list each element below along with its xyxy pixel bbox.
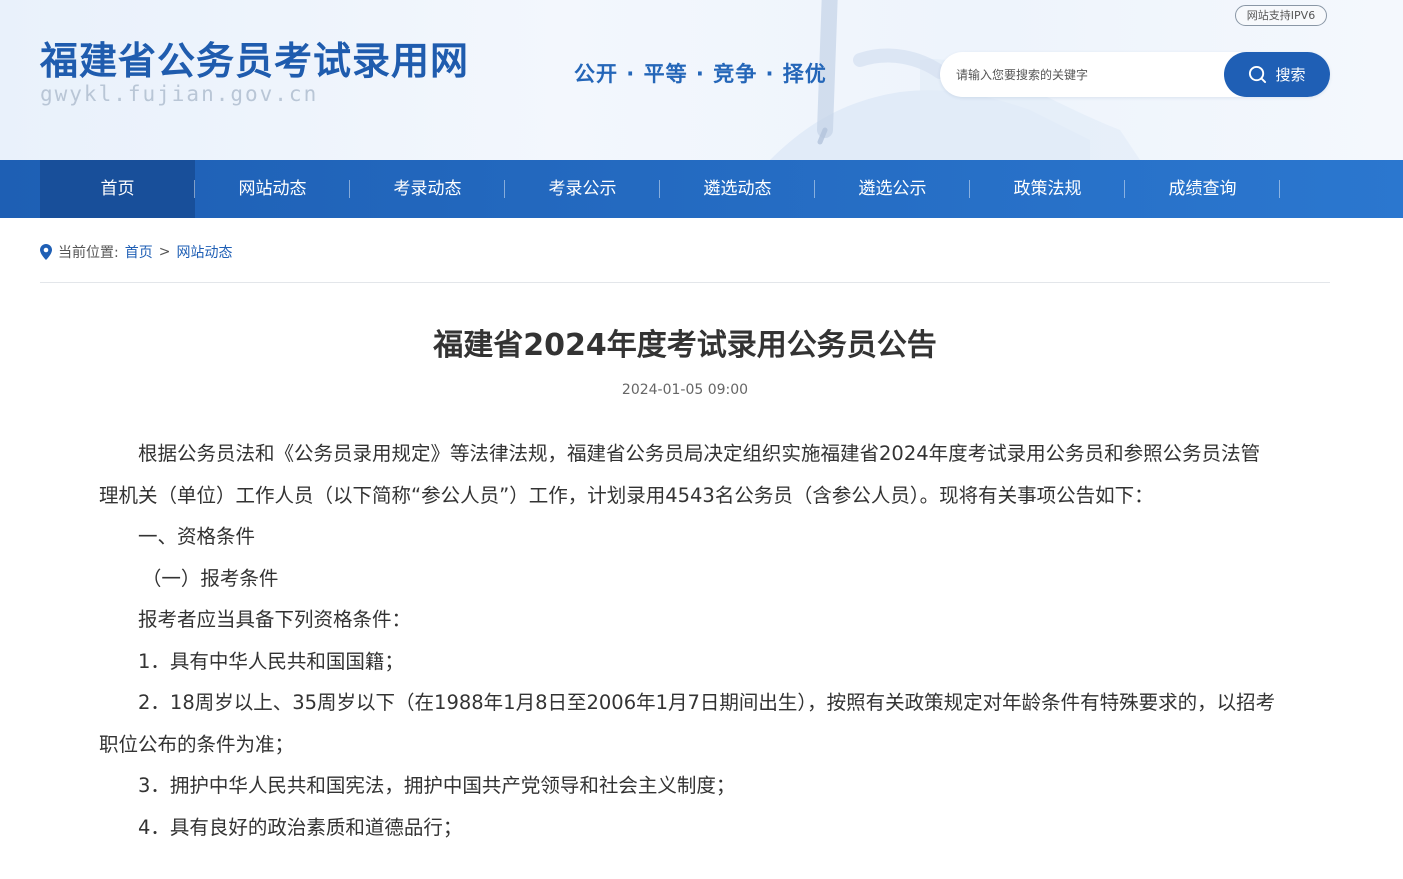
article-paragraph: 2．18周岁以上、35周岁以下（在1988年1月8日至2006年1月7日期间出生… (99, 691, 1276, 756)
site-title[interactable]: 福建省公务员考试录用网 (40, 30, 469, 85)
search-button-label: 搜索 (1275, 66, 1306, 84)
article-paragraph: 4．具有良好的政治素质和道德品行； (138, 815, 463, 839)
breadcrumb-prefix: 当前位置: (58, 245, 119, 261)
nav-item-home[interactable]: 首页 (40, 160, 195, 218)
nav-item-policies[interactable]: 政策法规 (970, 160, 1125, 218)
article-paragraph: 1．具有中华人民共和国国籍； (138, 649, 404, 673)
article-paragraph: 报考者应当具备下列资格条件： (138, 608, 412, 631)
article-paragraph: 根据公务员法和《公务员录用规定》等法律法规，福建省公务员局决定组织实施福建省20… (99, 442, 1261, 507)
article-date: 2024-01-05 09:00 (621, 382, 749, 398)
nav-item-selection-news[interactable]: 遴选动态 (660, 160, 815, 218)
breadcrumb-home-link[interactable]: 首页 (125, 242, 153, 262)
article-paragraph: 一、资格条件 (138, 525, 256, 548)
nav-item-exam-news[interactable]: 考录动态 (350, 160, 505, 218)
nav-item-site-news[interactable]: 网站动态 (195, 160, 350, 218)
breadcrumb-divider (40, 282, 1330, 283)
search-button[interactable]: 搜索 (1224, 52, 1330, 97)
article-title: 福建省2024年度考试录用公务员公告 (433, 328, 937, 363)
location-pin-icon (40, 244, 52, 260)
site-domain: gwykl.fujian.gov.cn (40, 82, 319, 106)
site-header: 福建省公务员考试录用网 gwykl.fujian.gov.cn 公开 · 平等 … (0, 0, 1403, 160)
article-paragraph: （一）报考条件 (141, 566, 279, 590)
breadcrumb-current-link[interactable]: 网站动态 (176, 242, 232, 262)
breadcrumb: 当前位置: 首页 > 网站动态 (40, 241, 232, 263)
ipv6-badge: 网站支持IPV6 (1235, 5, 1327, 26)
article-body: 根据公务员法和《公务员录用规定》等法律法规，福建省公务员局决定组织实施福建省20… (99, 433, 1279, 848)
search-box: 搜索 (940, 52, 1330, 97)
article-paragraph: 3．拥护中华人民共和国宪法，拥护中国共产党领导和社会主义制度； (138, 774, 736, 797)
site-slogan: 公开 · 平等 · 竞争 · 择优 (574, 62, 827, 86)
nav-item-selection-notices[interactable]: 遴选公示 (815, 160, 970, 218)
main-nav: 首页 网站动态 考录动态 考录公示 遴选动态 遴选公示 政策法规 成绩查询 (0, 160, 1403, 218)
breadcrumb-separator: > (158, 244, 171, 260)
search-input[interactable] (940, 52, 1225, 97)
nav-item-score-query[interactable]: 成绩查询 (1125, 160, 1280, 218)
search-icon (1249, 65, 1267, 84)
nav-item-exam-notices[interactable]: 考录公示 (505, 160, 660, 218)
